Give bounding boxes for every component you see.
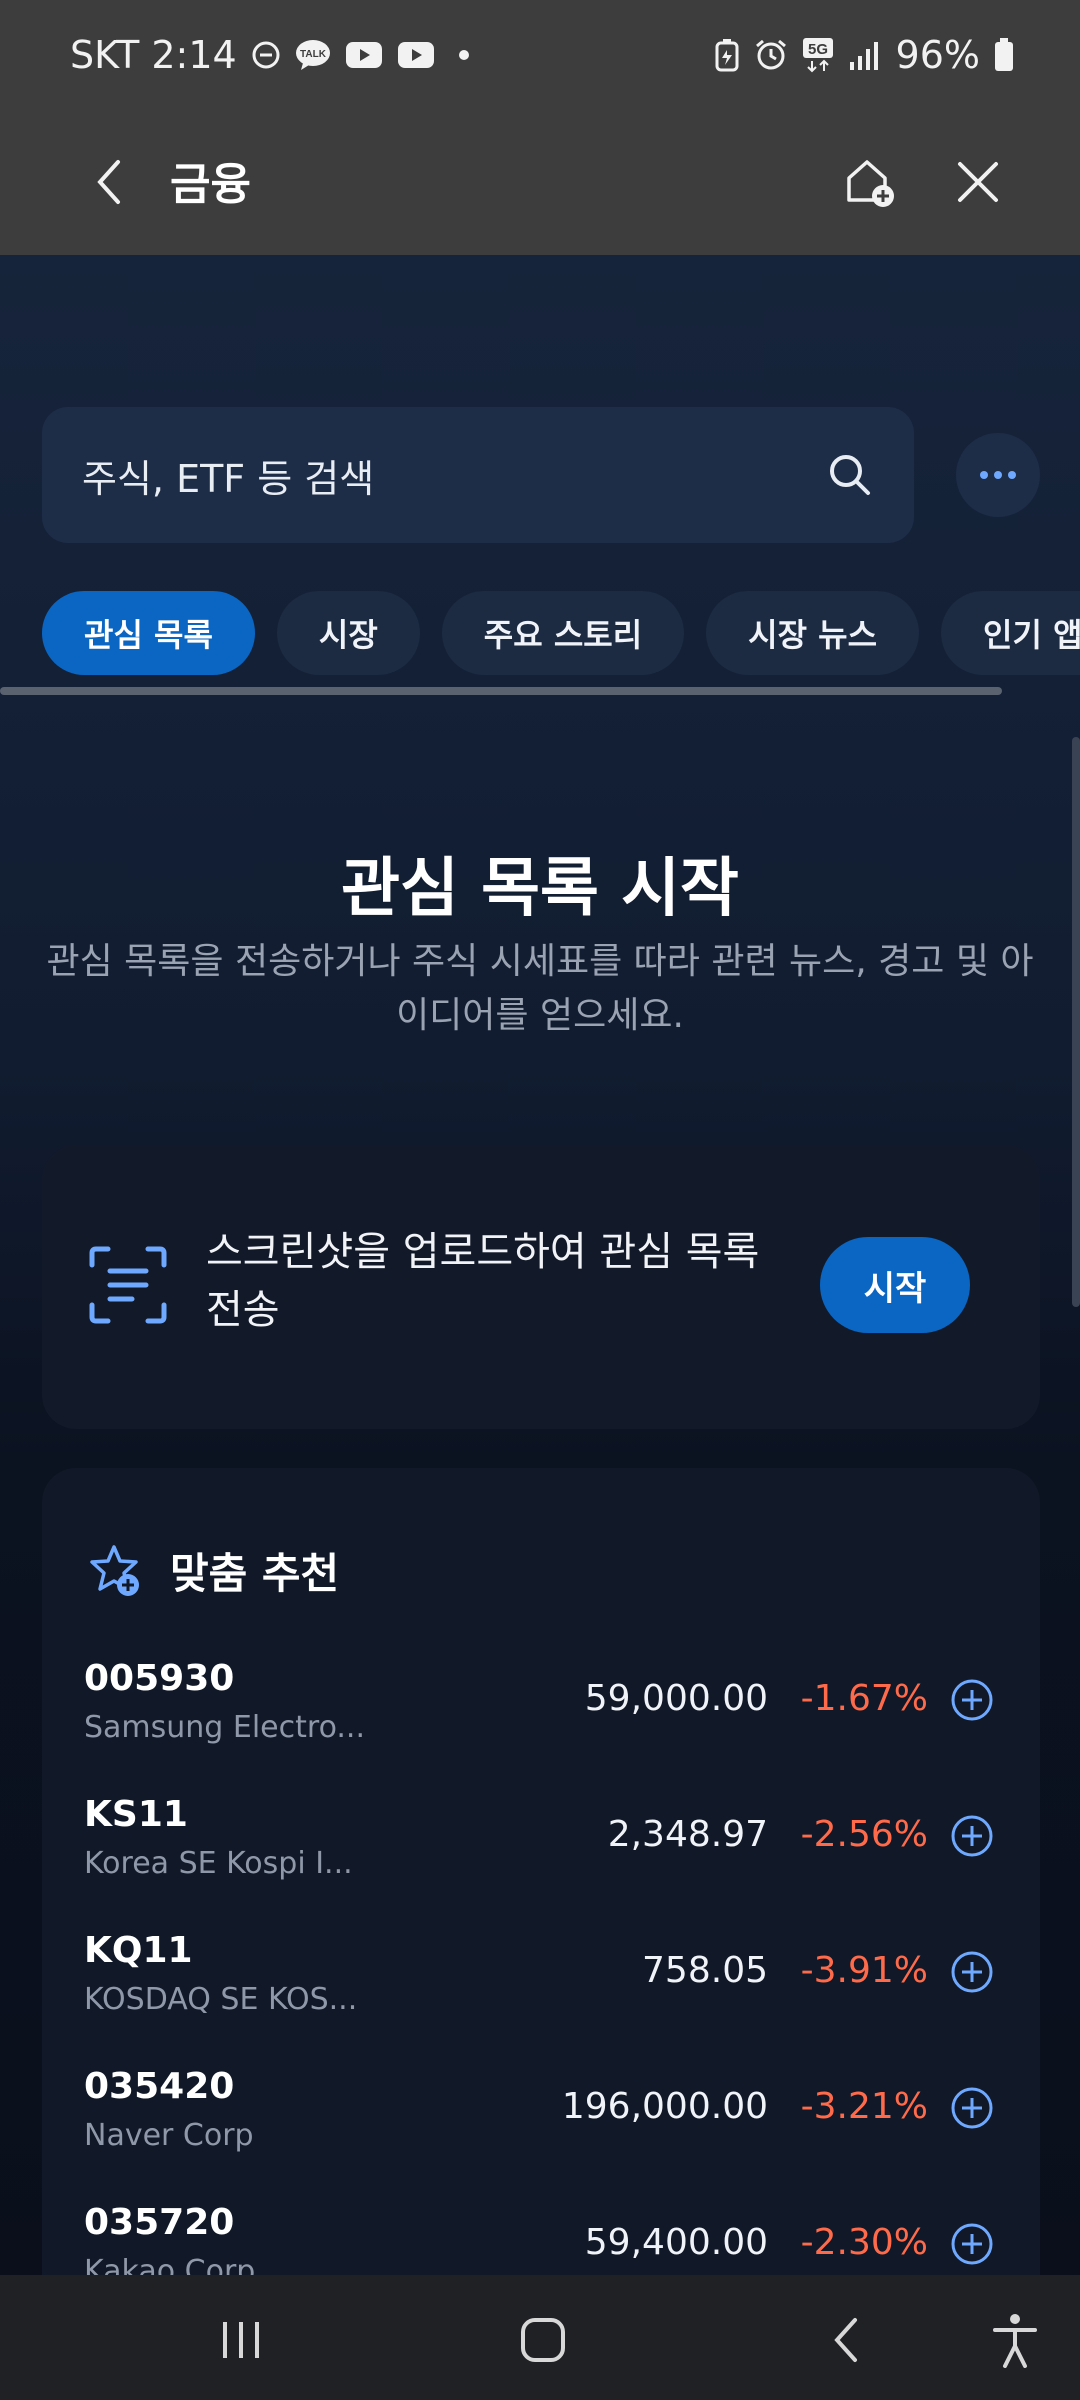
5g-icon: 5G [802,37,834,73]
svg-text:5G: 5G [808,41,828,58]
close-button[interactable] [948,146,1008,218]
recent-apps-icon [223,2322,259,2358]
accessibility-button[interactable] [980,2305,1050,2375]
status-right: 5G 96% [714,33,1014,77]
app-bar: 금융 [0,110,1080,255]
stock-row[interactable]: 035720 Kakao Corp 59,400.00 -2.30% [42,2198,1040,2275]
recommendations-card: 맞춤 추천 005930 Samsung Electro... 59,000.0… [42,1468,1040,2275]
add-circle-icon[interactable] [950,2222,994,2266]
chevron-left-icon [97,160,120,204]
kakaotalk-icon: TALK [295,39,331,71]
system-nav-bar [0,2275,1080,2400]
youtube-icon [397,41,435,69]
stock-symbol: 035420 [84,2066,235,2107]
star-add-icon [90,1544,139,1596]
add-circle-icon[interactable] [950,1950,994,1994]
chevron-left-icon [834,2318,857,2362]
more-dot-icon [994,471,1002,479]
add-circle-icon[interactable] [950,1678,994,1722]
page-title: 금융 [170,159,251,210]
more-dot-icon [980,471,988,479]
page-scrollbar[interactable] [1072,737,1080,1307]
tab-watchlist[interactable]: 관심 목록 [42,591,255,675]
close-icon [958,162,998,202]
search-icon[interactable] [826,451,874,499]
notification-dot-icon [458,50,469,60]
stock-price: 196,000.00 [561,2086,768,2127]
upload-description: 스크린샷을 업로드하여 관심 목록 전송 [206,1229,760,1333]
tab-top-stories[interactable]: 주요 스토리 [441,591,685,675]
stock-symbol: 005930 [84,1658,235,1699]
status-left: SKT 2:14 TALK [70,33,469,77]
signal-icon [848,40,882,70]
dnd-icon [251,40,281,70]
tab-scrollbar[interactable] [0,687,1002,695]
youtube-icon [345,41,383,69]
battery-percent: 96% [895,33,980,77]
search-placeholder: 주식, ETF 등 검색 [82,456,375,501]
stock-row[interactable]: KQ11 KOSDAQ SE KOS... 758.05 -3.91% [42,1926,1040,2062]
alarm-icon [754,38,788,72]
hero-description: 관심 목록을 전송하거나 주식 시세표를 따라 관련 뉴스, 경고 및 아이디어… [46,941,1034,1036]
hero-title: 관심 목록 시작 [341,852,739,926]
add-circle-icon[interactable] [950,2086,994,2130]
recent-apps-button[interactable] [206,2305,276,2375]
recommendations-header: 맞춤 추천 [88,1540,339,1601]
accessibility-icon [993,2314,1037,2368]
tab-market[interactable]: 시장 [276,591,420,675]
stock-change: -2.30% [800,2222,928,2263]
add-circle-icon[interactable] [950,1814,994,1858]
stock-price: 2,348.97 [607,1814,768,1855]
stock-row[interactable]: 035420 Naver Corp 196,000.00 -3.21% [42,2062,1040,2198]
add-to-home-button[interactable] [836,146,906,218]
battery-saver-icon [714,38,740,72]
back-button[interactable] [78,146,138,218]
more-options-button[interactable] [956,433,1040,517]
stock-name: Korea SE Kospi I... [84,1846,353,1881]
start-button[interactable]: 시작 [820,1237,970,1333]
stock-name: Naver Corp [84,2118,254,2153]
stock-change: -3.21% [800,2086,928,2127]
carrier-time: SKT 2:14 [70,33,237,77]
battery-icon [994,38,1014,72]
stock-name: Kakao Corp [84,2254,256,2275]
tab-bar: 관심 목록 시장 주요 스토리 시장 뉴스 인기 앱 [42,591,1080,677]
stock-price: 59,000.00 [584,1678,768,1719]
stock-change: -3.91% [800,1950,928,1991]
search-input[interactable]: 주식, ETF 등 검색 [42,407,914,543]
stock-price: 758.05 [642,1950,768,1991]
stock-name: Samsung Electro... [84,1710,366,1745]
nav-back-button[interactable] [810,2305,880,2375]
stock-change: -2.56% [800,1814,928,1855]
stock-symbol: KS11 [84,1794,188,1835]
home-add-icon [847,160,894,207]
stock-symbol: 035720 [84,2202,235,2243]
stock-change: -1.67% [800,1678,928,1719]
tab-market-news[interactable]: 시장 뉴스 [706,591,920,675]
more-dot-icon [1008,471,1016,479]
scan-document-icon [89,1246,167,1324]
home-button[interactable] [508,2305,578,2375]
stock-name: KOSDAQ SE KOS... [84,1982,358,2017]
recommendations-title: 맞춤 추천 [170,1549,340,1598]
svg-text:TALK: TALK [300,49,327,60]
stock-symbol: KQ11 [84,1930,193,1971]
status-bar: SKT 2:14 TALK 5G 96% [0,0,1080,110]
home-icon [521,2318,565,2362]
stock-row[interactable]: KS11 Korea SE Kospi I... 2,348.97 -2.56% [42,1790,1040,1926]
stock-price: 59,400.00 [584,2222,768,2263]
stock-row[interactable]: 005930 Samsung Electro... 59,000.00 -1.6… [42,1654,1040,1790]
tab-popular[interactable]: 인기 앱 [941,591,1080,675]
upload-card: 스크린샷을 업로드하여 관심 목록 전송 시작 [42,1145,1040,1429]
